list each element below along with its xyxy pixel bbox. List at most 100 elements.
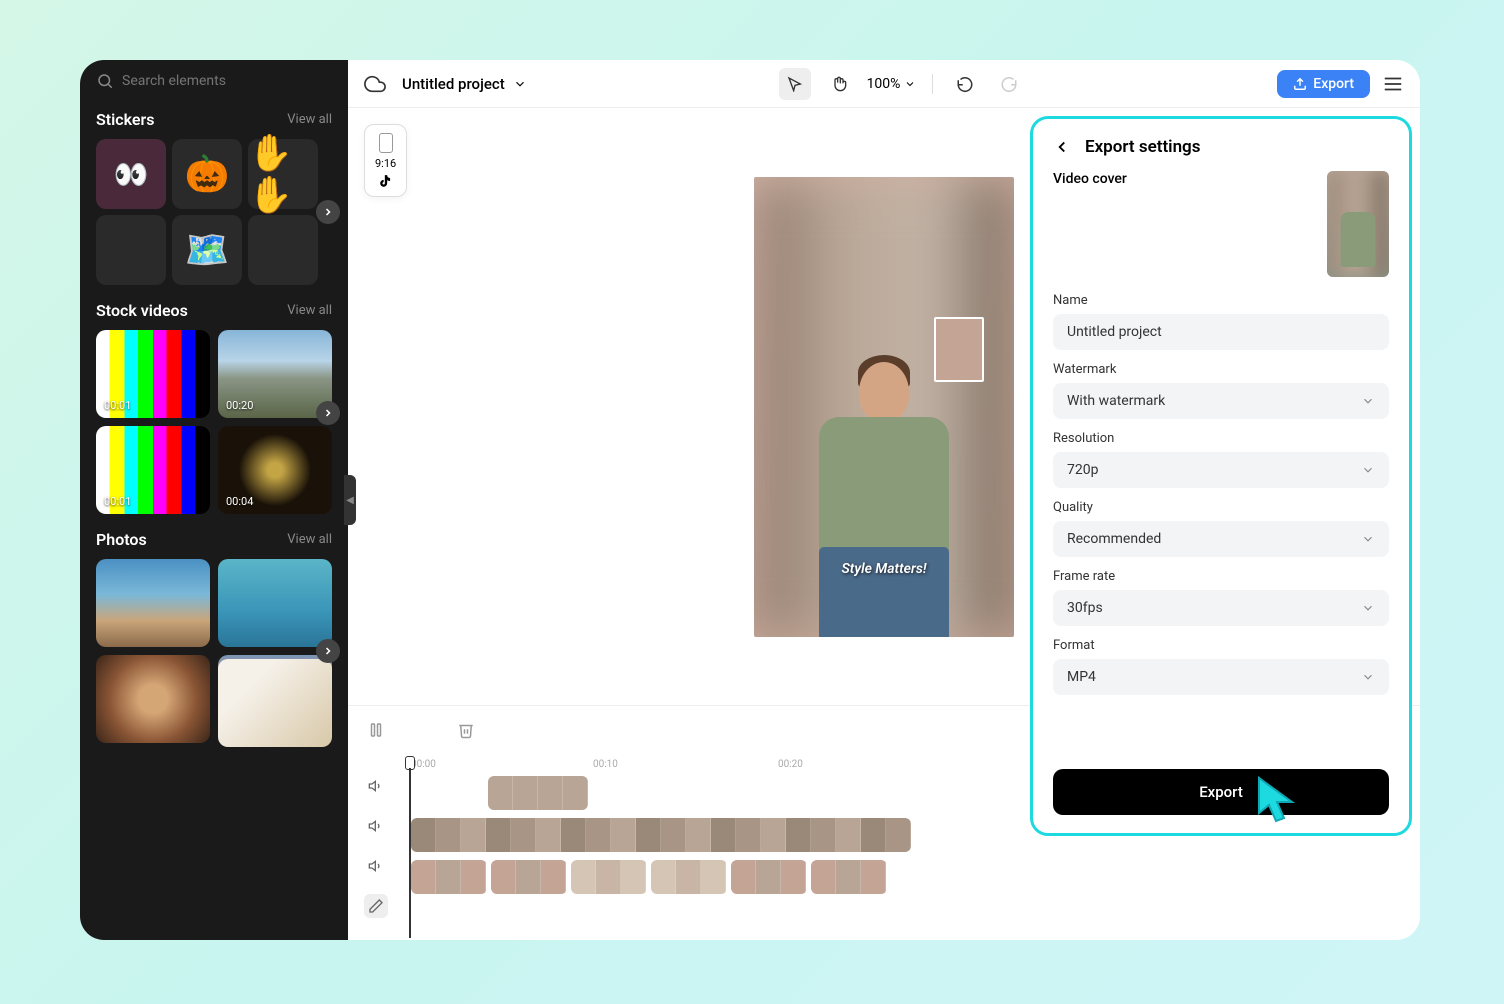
sticker-item[interactable]: 🗺️ [172,215,242,285]
canvas-preview[interactable]: Style Matters! [754,177,1014,637]
export-button-label: Export [1313,76,1354,92]
sticker-item[interactable]: 👀 [96,139,166,209]
timeline-clip[interactable] [571,860,647,894]
delete-button[interactable] [454,718,478,742]
audio-track-icon[interactable] [364,814,388,838]
split-icon [367,721,385,739]
redo-icon [1000,75,1018,93]
format-label: Format [1053,638,1389,653]
timeline-clip[interactable] [651,860,727,894]
back-button[interactable] [1053,138,1071,156]
video-item[interactable]: 00:01 [96,330,210,418]
watermark-select[interactable]: With watermark [1053,383,1389,419]
resolution-select[interactable]: 720p [1053,452,1389,488]
track-icons-column [348,754,403,940]
export-action-button[interactable]: Export [1053,769,1389,815]
search-bar[interactable] [80,60,348,102]
undo-button[interactable] [949,68,981,100]
zoom-value: 100% [867,76,901,92]
export-top-button[interactable]: Export [1277,70,1370,98]
sticker-item[interactable]: 🎃 [172,139,242,209]
audio-track-icon[interactable] [364,774,388,798]
timeline-clip[interactable] [731,860,807,894]
sticker-item[interactable] [248,215,318,285]
resolution-field-group: Resolution 720p [1053,431,1389,488]
cursor-pointer-icon [1254,773,1304,828]
redo-button[interactable] [993,68,1025,100]
sticker-item[interactable]: ✋✋ [248,139,318,209]
resolution-value: 720p [1067,462,1098,478]
video-duration: 00:01 [104,495,131,508]
photo-item[interactable] [96,655,210,743]
format-value: MP4 [1067,669,1096,685]
timeline-clip[interactable] [811,860,887,894]
app-window: Stickers View all 👀 🎃 ✋✋ 🗺️ Stock videos… [80,60,1420,940]
timeline-clip[interactable] [411,860,487,894]
stickers-title: Stickers [96,110,155,129]
search-input[interactable] [122,73,332,89]
scroll-next-button[interactable] [316,401,340,425]
audio-track-icon[interactable] [364,894,388,918]
video-item[interactable]: 00:01 [96,426,210,514]
hand-icon [831,76,847,92]
hand-tool-button[interactable] [823,68,855,100]
sticker-item[interactable] [96,215,166,285]
video-cover-thumbnail[interactable] [1327,171,1389,277]
timeline-clip[interactable] [491,860,567,894]
zoom-dropdown[interactable]: 100% [867,76,917,92]
undo-icon [956,75,974,93]
cloud-icon[interactable] [364,73,386,95]
export-panel-header: Export settings [1053,137,1389,157]
watermark-label: Watermark [1053,362,1389,377]
video-item[interactable]: 00:04 [218,426,332,514]
watermark-value: With watermark [1067,393,1165,409]
menu-icon[interactable] [1382,73,1404,95]
photo-item[interactable] [218,559,332,647]
scroll-next-button[interactable] [316,639,340,663]
resolution-label: Resolution [1053,431,1389,446]
aspect-rect-icon [379,133,393,153]
video-cover-row: Video cover [1053,171,1389,277]
framerate-select[interactable]: 30fps [1053,590,1389,626]
elements-sidebar: Stickers View all 👀 🎃 ✋✋ 🗺️ Stock videos… [80,60,348,940]
photo-item[interactable] [218,659,332,747]
photos-view-all[interactable]: View all [287,532,332,547]
chevron-right-icon [322,645,334,657]
framerate-value: 30fps [1067,600,1103,616]
track-row[interactable] [403,858,1420,896]
quality-select[interactable]: Recommended [1053,521,1389,557]
tiktok-icon [379,174,393,188]
audio-track-icon[interactable] [364,854,388,878]
stickers-view-all[interactable]: View all [287,112,332,127]
timeline-clip[interactable] [411,818,911,852]
video-duration: 00:01 [104,399,131,412]
quality-field-group: Quality Recommended [1053,500,1389,557]
stock-videos-view-all[interactable]: View all [287,303,332,318]
speaker-icon [368,818,384,834]
timeline-clip[interactable] [488,776,588,810]
sidebar-collapse-handle[interactable]: ◀ [344,475,356,525]
aspect-ratio-badge[interactable]: 9:16 [364,124,407,197]
scroll-next-button[interactable] [316,200,340,224]
photo-item[interactable] [96,559,210,647]
time-mark: 00:20 [778,759,803,770]
format-select[interactable]: MP4 [1053,659,1389,695]
name-label: Name [1053,293,1389,308]
canvas-caption: Style Matters! [842,561,927,577]
video-item[interactable]: 00:20 [218,330,332,418]
pointer-tool-button[interactable] [779,68,811,100]
chevron-down-icon [1361,532,1375,546]
stock-videos-section: Stock videos View all 00:01 00:20 00:01 … [80,293,348,522]
video-duration: 00:04 [226,495,253,508]
project-name-text: Untitled project [402,75,505,93]
picture-in-picture [934,317,984,382]
edit-icon [368,898,384,914]
split-button[interactable] [364,718,388,742]
chevron-down-icon [513,77,527,91]
stock-videos-title: Stock videos [96,301,188,320]
photos-section: Photos View all [80,522,348,759]
project-name-dropdown[interactable]: Untitled project [402,75,527,93]
chevron-down-icon [904,78,916,90]
name-input[interactable] [1053,314,1389,350]
chevron-down-icon [1361,601,1375,615]
